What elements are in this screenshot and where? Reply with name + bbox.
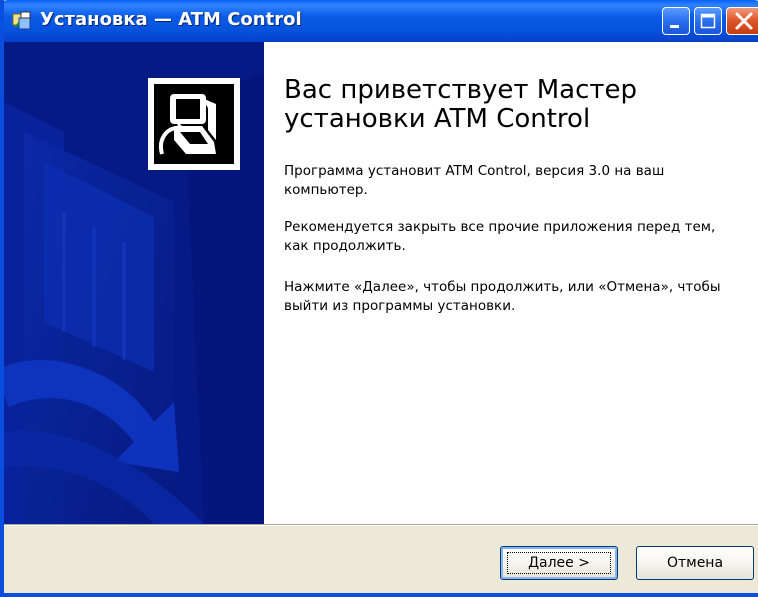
next-button-label: Далее >: [528, 555, 590, 571]
maximize-icon: [700, 13, 716, 29]
window-title: Установка — ATM Control: [40, 9, 302, 30]
next-button-label-rest: алее >: [539, 555, 590, 571]
close-apps-text: Рекомендуется закрыть все прочие приложе…: [284, 219, 716, 254]
installer-window: Установка — ATM Control Вас приветствует…: [0, 0, 758, 597]
next-button-accelerator: Д: [528, 555, 539, 571]
button-area-separator-highlight: [4, 525, 758, 526]
computer-install-icon: [154, 84, 234, 164]
title-bar[interactable]: Установка — ATM Control: [4, 0, 758, 42]
instructions-text: Нажмите «Далее», чтобы продолжить, или «…: [284, 279, 721, 314]
logo-frame: [148, 78, 240, 170]
maximize-button[interactable]: [694, 7, 722, 35]
minimize-icon: [670, 25, 679, 28]
cancel-button[interactable]: Отмена: [636, 546, 754, 580]
next-button[interactable]: Далее >: [500, 546, 618, 580]
install-info-text: Программа установит ATM Control, версия …: [284, 163, 665, 198]
close-icon: [735, 12, 753, 30]
close-button[interactable]: [726, 7, 758, 35]
wizard-content: Вас приветствует Мастер установки ATM Co…: [264, 42, 758, 524]
minimize-button[interactable]: [662, 7, 690, 35]
wizard-side-banner: [4, 42, 264, 524]
welcome-heading: Вас приветствует Мастер установки ATM Co…: [284, 75, 638, 134]
installer-icon: [12, 11, 31, 30]
